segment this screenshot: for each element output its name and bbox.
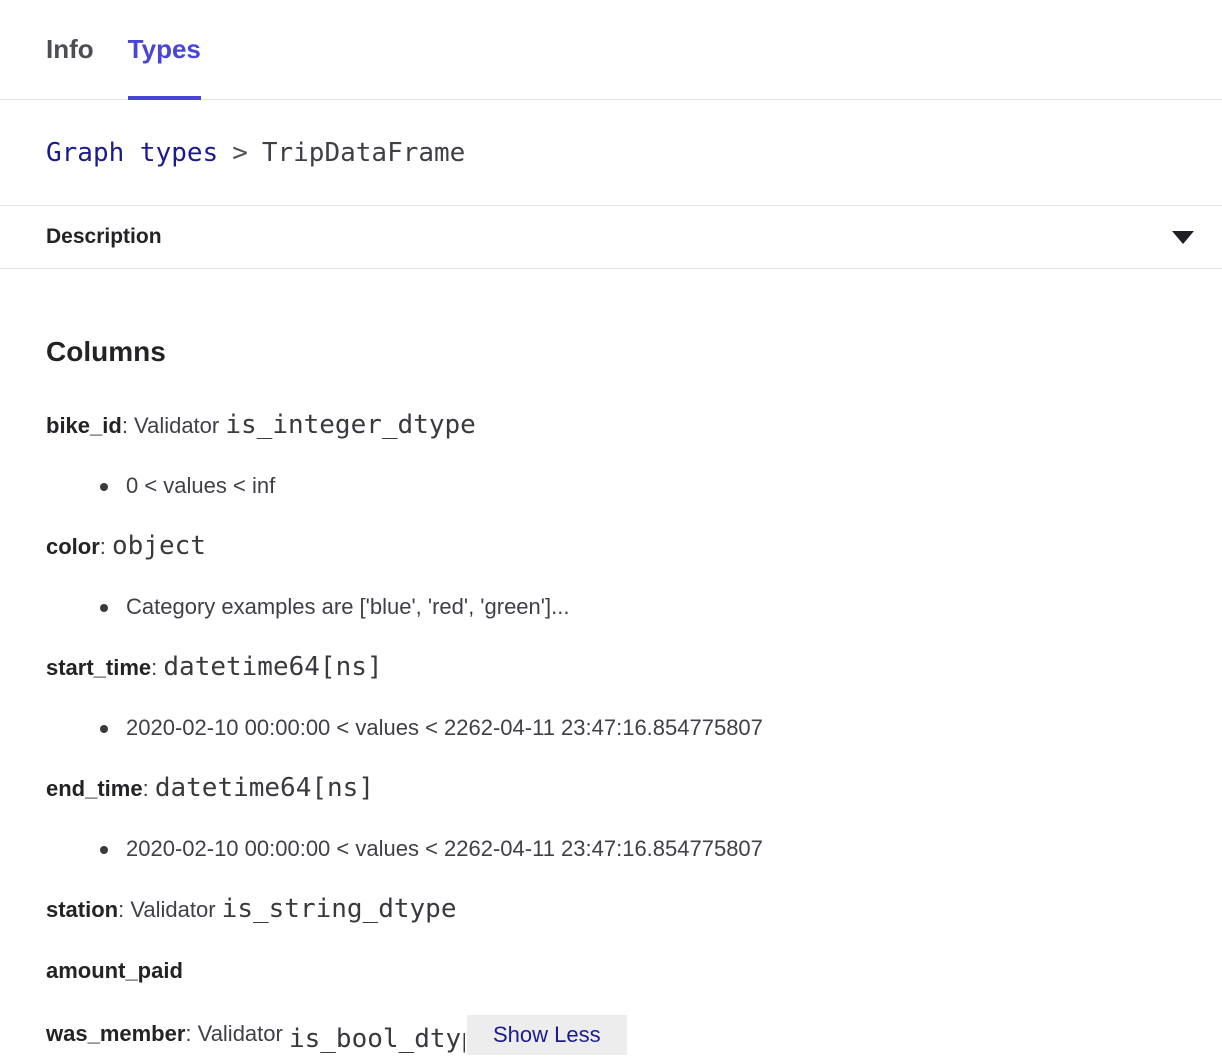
constraint-item: 0 < values < inf — [46, 470, 1176, 502]
constraint-item: 2020-02-10 00:00:00 < values < 2262-04-1… — [46, 712, 1176, 744]
breadcrumb: Graph types > TripDataFrame — [0, 100, 1222, 206]
description-label: Description — [46, 225, 162, 249]
breadcrumb-link-graph-types[interactable]: Graph types — [46, 138, 218, 168]
column-name: color — [46, 534, 100, 559]
column-annotation: : Validator — [185, 1021, 289, 1046]
column-dtype-code: datetime64[ns] — [155, 773, 374, 803]
column-annotation: : Validator — [118, 897, 222, 922]
column-field-bike-id: bike_id: Validator is_integer_dtype — [46, 409, 1176, 442]
column-name: bike_id — [46, 413, 122, 438]
caret-down-icon[interactable] — [1172, 231, 1194, 244]
column-name: was_member — [46, 1021, 185, 1046]
columns-heading: Columns — [46, 335, 1176, 369]
show-less-button[interactable]: Show Less — [467, 1015, 627, 1055]
column-constraints: Category examples are ['blue', 'red', 'g… — [46, 591, 1176, 623]
column-constraints: 2020-02-10 00:00:00 < values < 2262-04-1… — [46, 712, 1176, 744]
column-dtype-code: is_bool_dtype — [289, 1023, 465, 1055]
column-dtype-code: datetime64[ns] — [163, 652, 382, 682]
column-dtype-code: is_integer_dtype — [225, 410, 475, 440]
column-dtype-code: object — [112, 531, 206, 561]
column-field-amount-paid: amount_paid — [46, 954, 1176, 987]
tab-bar: Info Types — [0, 0, 1222, 100]
columns-section: Columns bike_id: Validator is_integer_dt… — [0, 269, 1222, 1055]
column-name: amount_paid — [46, 958, 183, 983]
breadcrumb-current: TripDataFrame — [262, 138, 466, 168]
column-annotation: : — [143, 776, 155, 801]
column-annotation: : Validator — [122, 413, 226, 438]
column-field-end-time: end_time: datetime64[ns] — [46, 772, 1176, 805]
column-field-station: station: Validator is_string_dtype — [46, 893, 1176, 926]
tab-info[interactable]: Info — [46, 0, 94, 99]
column-constraints: 2020-02-10 00:00:00 < values < 2262-04-1… — [46, 833, 1176, 865]
column-name: end_time — [46, 776, 143, 801]
column-constraints: 0 < values < inf — [46, 470, 1176, 502]
column-name: start_time — [46, 655, 151, 680]
column-field-start-time: start_time: datetime64[ns] — [46, 651, 1176, 684]
column-name: station — [46, 897, 118, 922]
breadcrumb-separator: > — [232, 138, 248, 168]
column-dtype-code: is_string_dtype — [222, 894, 457, 924]
tab-types[interactable]: Types — [128, 0, 201, 99]
column-field-color: color: object — [46, 530, 1176, 563]
column-field-was-member: was_member: Validator is_bool_dtypeShow … — [46, 1015, 1176, 1055]
constraint-item: Category examples are ['blue', 'red', 'g… — [46, 591, 1176, 623]
constraint-item: 2020-02-10 00:00:00 < values < 2262-04-1… — [46, 833, 1176, 865]
column-annotation: : — [100, 534, 112, 559]
column-annotation: : — [151, 655, 163, 680]
description-section-header[interactable]: Description — [0, 206, 1222, 269]
